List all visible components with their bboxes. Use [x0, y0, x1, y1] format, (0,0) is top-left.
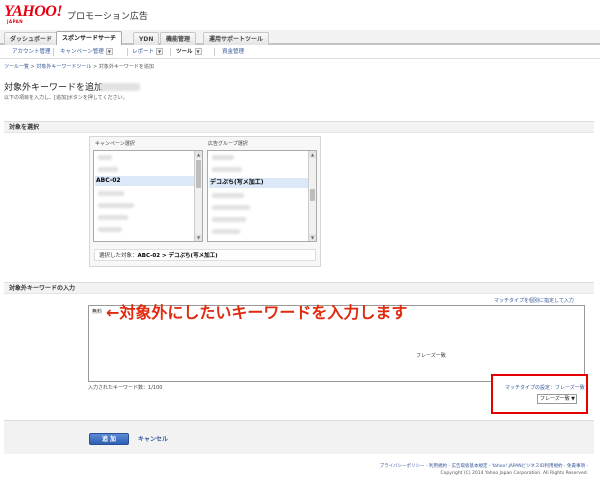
target-selector: キャンペーン選択 広告グループ選択 ABC-02 ▲ ▼ デコぷち(写メ加工) … [89, 136, 321, 267]
selected-target-prefix: 選択した対象： [99, 253, 138, 259]
target-section-heading: 対象を選択 [4, 121, 594, 133]
scroll-down-icon[interactable]: ▼ [195, 234, 202, 241]
page-title: 対象外キーワードを追加 [4, 83, 104, 93]
breadcrumb-separator: > [93, 64, 98, 70]
scroll-up-icon[interactable]: ▲ [195, 151, 202, 158]
chevron-down-icon: ▼ [571, 396, 575, 402]
adgroup-list-label: 広告グループ選択 [208, 141, 248, 147]
match-type-setting-label[interactable]: マッチタイプの設定：フレーズ一致 [505, 384, 585, 391]
subnav-campaign-label: キャンペーン管理 [60, 49, 104, 55]
subnav-report-label: レポート [132, 49, 155, 55]
subnav-report[interactable]: レポート ▼ [132, 47, 164, 57]
cancel-link[interactable]: キャンセル [138, 434, 168, 443]
page-description: 以下の項目を入力し、[追加]ボタンを押してください。 [4, 95, 128, 101]
campaign-listbox[interactable]: ABC-02 ▲ ▼ [93, 150, 203, 242]
tab-sponsored-search[interactable]: スポンサードサーチ [56, 31, 123, 46]
subnav-account[interactable]: アカウント管理 [12, 47, 51, 57]
yahoo-logo-sub: JAPAN [7, 19, 24, 24]
campaign-scrollbar[interactable]: ▲ ▼ [194, 151, 202, 241]
chevron-down-icon[interactable]: ▼ [194, 48, 202, 55]
match-type-highlight-box: マッチタイプの設定：フレーズ一致 フレーズ一致 ▼ [491, 374, 588, 414]
breadcrumb-root[interactable]: ツール一覧 [4, 64, 29, 70]
app-header: YAHOO! JAPAN プロモーション広告 [0, 0, 600, 30]
adgroup-option-selected[interactable]: デコぷち(写メ加工) [209, 178, 309, 188]
adgroup-listbox[interactable]: デコぷち(写メ加工) ▲ ▼ [207, 150, 317, 242]
scroll-down-icon[interactable]: ▼ [309, 234, 316, 241]
campaign-list-label: キャンペーン選択 [95, 141, 135, 147]
breadcrumb-separator: > [30, 64, 35, 70]
tab-operation-support-tools[interactable]: 運用サポートツール [203, 32, 270, 45]
main-tabs: ダッシュボード スポンサードサーチ YDN 機能管理 運用サポートツール [0, 30, 600, 46]
copyright: Copyright (C) 2014 Yahoo Japan Corporati… [440, 471, 589, 476]
subnav-assets[interactable]: 資金管理 [222, 47, 244, 57]
tab-dashboard[interactable]: ダッシュボード [4, 32, 59, 45]
chevron-down-icon[interactable]: ▼ [105, 48, 113, 55]
campaign-option-selected[interactable]: ABC-02 [95, 176, 195, 186]
subnav-campaign[interactable]: キャンペーン管理 ▼ [60, 47, 113, 57]
keyword-count-label: 入力されたキーワード数： [88, 385, 149, 391]
subnav-tool-label: ツール [176, 49, 193, 55]
breadcrumb-parent[interactable]: 対象外キーワードツール [36, 64, 91, 70]
breadcrumb: ツール一覧 > 対象外キーワードツール > 対象外キーワードを追加 [4, 63, 154, 70]
tab-feature-management[interactable]: 機能管理 [160, 32, 197, 45]
brand-title: プロモーション広告 [67, 12, 148, 22]
keyword-section-heading: 対象外キーワードの入力 [4, 282, 594, 294]
subnav-tool[interactable]: ツール ▼ [176, 47, 202, 57]
selected-target-value: ABC-02 > デコぷち(写メ加工) [137, 253, 218, 259]
keyword-count: 入力されたキーワード数：1/100 [88, 384, 162, 391]
footer-links[interactable]: プライバシーポリシー - 利用規約 - 広告取扱基本規定 - Yahoo! JA… [380, 463, 588, 469]
add-button[interactable]: 追 加 [89, 433, 129, 445]
chevron-down-icon[interactable]: ▼ [156, 48, 164, 55]
keyword-entry: 無料 [92, 309, 103, 315]
match-type-individual-link[interactable]: マッチタイプを個別に指定して入力 [494, 297, 574, 304]
scroll-up-icon[interactable]: ▲ [309, 151, 316, 158]
keyword-match-type-label: フレーズ一致 [416, 353, 446, 359]
selected-target-path: 選択した対象：ABC-02 > デコぷち(写メ加工) [94, 249, 316, 261]
redacted-account-name [100, 83, 140, 91]
breadcrumb-current: 対象外キーワードを追加 [98, 64, 154, 70]
match-type-select-value: フレーズ一致 [540, 396, 570, 402]
keyword-count-value: 1/100 [148, 385, 163, 391]
adgroup-scrollbar[interactable]: ▲ ▼ [308, 151, 316, 241]
match-type-select[interactable]: フレーズ一致 ▼ [537, 394, 577, 404]
instruction-annotation: ←対象外にしたいキーワードを入力します [106, 303, 408, 322]
sub-navigation: アカウント管理 キャンペーン管理 ▼ レポート ▼ ツール ▼ 資金管理 [0, 45, 600, 59]
action-bar: 追 加 キャンセル [4, 420, 594, 454]
tab-ydn[interactable]: YDN [133, 32, 160, 45]
